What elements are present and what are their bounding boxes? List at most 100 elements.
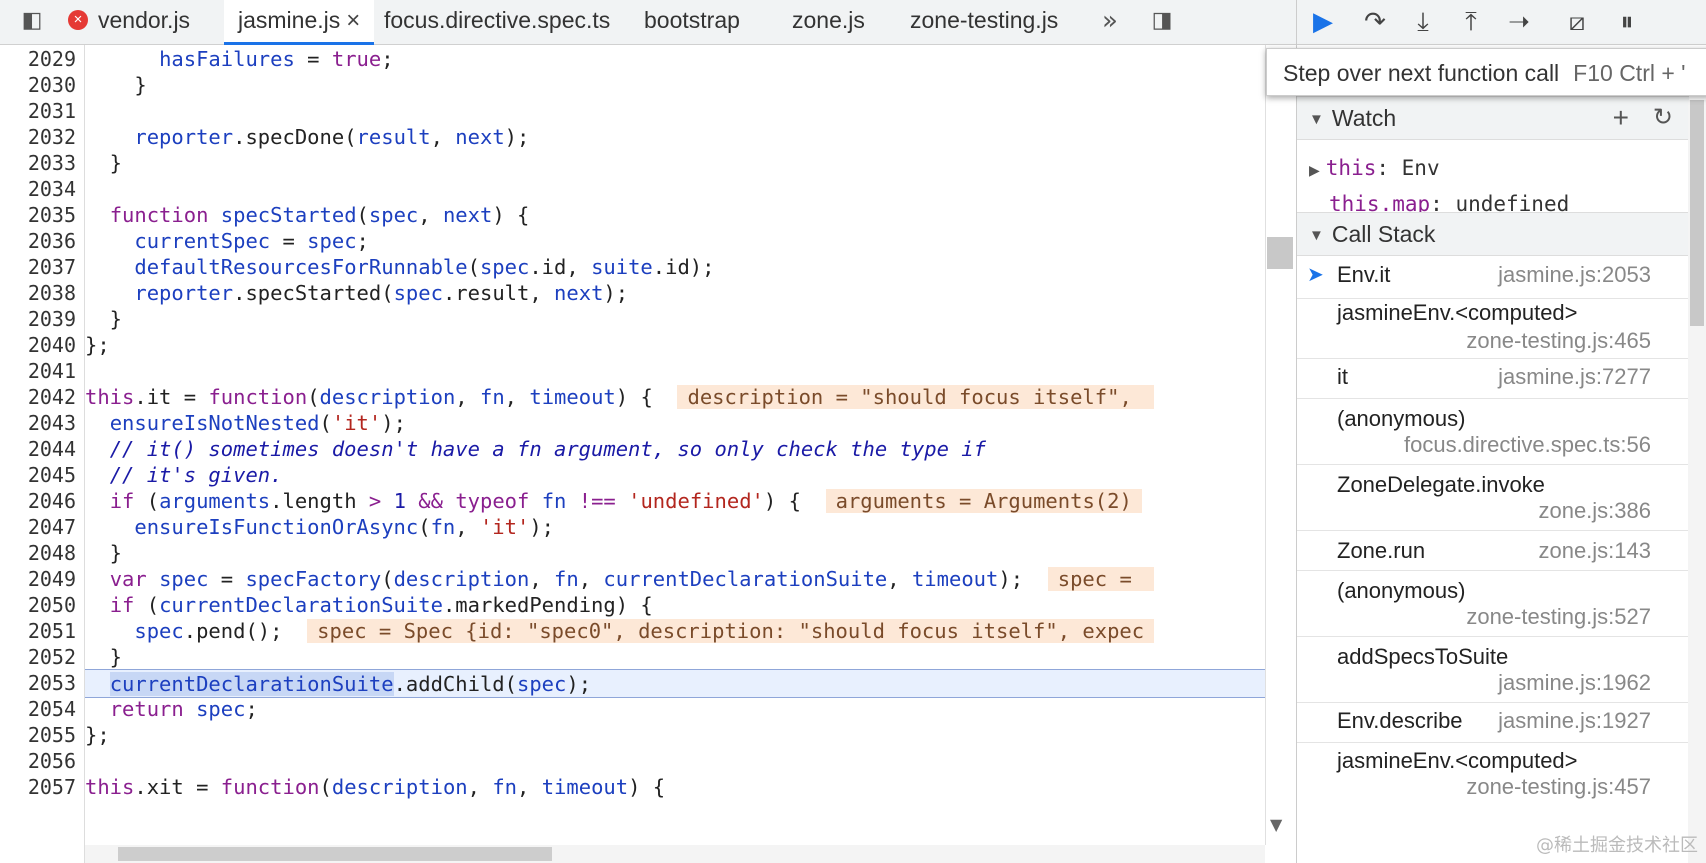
debugger-toolbar: ▶︎ ↷ ⤓ ⤒ ➝ ⧄ ⏸: [1297, 0, 1706, 45]
deactivate-breakpoints-icon[interactable]: ⧄: [1559, 4, 1595, 40]
toggle-navigator-icon[interactable]: ◧: [18, 8, 46, 34]
line-number[interactable]: 2032: [0, 123, 76, 151]
line-number[interactable]: 2039: [0, 305, 76, 333]
call-stack-frame[interactable]: addSpecsToSuite jasmine.js:1962: [1297, 636, 1689, 703]
code-line: ensureIsNotNested('it');: [109, 411, 406, 435]
line-number[interactable]: 2034: [0, 175, 76, 203]
close-tab-icon[interactable]: ×: [346, 7, 360, 34]
call-stack-frame-current[interactable]: ➤ Env.it jasmine.js:2053: [1297, 256, 1689, 299]
watch-item[interactable]: ▶ this: Env: [1309, 156, 1440, 180]
line-number[interactable]: 2046: [0, 487, 76, 515]
tab-label: zone.js: [792, 7, 865, 33]
call-stack-frame[interactable]: Zone.run zone.js:143: [1297, 530, 1689, 571]
code-line: currentSpec = spec;: [134, 229, 369, 253]
tab-zone-testing-js[interactable]: zone-testing.js: [910, 0, 1058, 44]
tab-label: bootstrap: [644, 7, 740, 33]
code-vertical-scrollbar[interactable]: [1265, 45, 1296, 845]
call-stack-frame[interactable]: jasmineEnv.<computed> zone-testing.js:46…: [1297, 298, 1689, 359]
line-number[interactable]: 2051: [0, 617, 76, 645]
line-number[interactable]: 2038: [0, 279, 76, 307]
line-number[interactable]: 2057: [0, 773, 76, 801]
call-stack-frame[interactable]: (anonymous) zone-testing.js:527: [1297, 570, 1689, 637]
line-number-gutter[interactable]: 2029 2030 2031 2032 2033 2034 2035 2036 2037 2038…: [0, 45, 85, 863]
inline-value: description = "should focus itself",: [677, 385, 1155, 409]
pause-on-exceptions-icon[interactable]: ⏸: [1609, 4, 1645, 40]
add-watch-icon[interactable]: +: [1613, 97, 1629, 139]
line-number[interactable]: 2043: [0, 409, 76, 437]
code-line: }: [85, 73, 147, 97]
tab-focus-directive-spec[interactable]: focus.directive.spec.ts: [384, 0, 610, 44]
line-number[interactable]: 2036: [0, 227, 76, 255]
scroll-down-icon[interactable]: ▼: [1270, 815, 1282, 834]
line-number[interactable]: 2052: [0, 643, 76, 671]
line-number[interactable]: 2037: [0, 253, 76, 281]
line-number[interactable]: 2042: [0, 383, 76, 411]
step-out-icon[interactable]: ⤒: [1453, 4, 1489, 40]
code-line: reporter.specDone(result, next);: [134, 125, 530, 149]
panel-vertical-scroll-thumb[interactable]: [1690, 100, 1704, 326]
code-line: function specStarted(spec, next) {: [109, 203, 530, 227]
code-line: if (arguments.length > 1 && typeof fn !=…: [85, 487, 1265, 515]
more-tabs-icon[interactable]: »: [1096, 8, 1124, 34]
line-number[interactable]: 2050: [0, 591, 76, 619]
step-over-icon[interactable]: ↷: [1357, 4, 1393, 40]
refresh-icon[interactable]: ↻: [1653, 97, 1673, 139]
code-line: reporter.specStarted(spec.result, next);: [134, 281, 629, 305]
tab-bootstrap[interactable]: bootstrap: [644, 0, 740, 44]
call-stack-frame[interactable]: it jasmine.js:7277: [1297, 358, 1689, 399]
line-number[interactable]: 2030: [0, 71, 76, 99]
tab-label: vendor.js: [98, 7, 191, 33]
tab-jasmine-js[interactable]: jasmine.js ×: [224, 0, 375, 45]
step-into-icon[interactable]: ⤓: [1405, 4, 1441, 40]
collapse-triangle-icon: ▼: [1309, 227, 1324, 244]
code-line: if (currentDeclarationSuite.markedPendin…: [109, 593, 653, 617]
code-vertical-scroll-thumb[interactable]: [1267, 237, 1293, 269]
code-editor[interactable]: hasFailures = true; } reporter.specDone(…: [85, 45, 1265, 845]
code-line: hasFailures = true;: [159, 47, 394, 71]
line-number[interactable]: 2033: [0, 149, 76, 177]
tab-vendor-js[interactable]: × vendor.js: [68, 0, 190, 44]
line-number[interactable]: 2035: [0, 201, 76, 229]
line-number[interactable]: 2048: [0, 539, 76, 567]
line-number[interactable]: 2053: [0, 669, 76, 697]
current-frame-arrow-icon: ➤: [1307, 262, 1324, 286]
call-stack-frame[interactable]: (anonymous) focus.directive.spec.ts:56: [1297, 398, 1689, 465]
watermark: @稀土掘金技术社区: [1536, 835, 1698, 856]
code-line: // it's given.: [109, 463, 283, 487]
current-execution-line: currentDeclarationSuite.addChild(spec);: [85, 669, 1265, 698]
line-number[interactable]: 2029: [0, 45, 76, 73]
code-line: }: [85, 645, 123, 669]
inline-value: arguments = Arguments(2): [825, 489, 1142, 513]
call-stack-section-header[interactable]: ▼ Call Stack: [1297, 212, 1689, 256]
call-stack-frame[interactable]: jasmineEnv.<computed> zone-testing.js:45…: [1297, 742, 1689, 802]
code-line: ensureIsFunctionOrAsync(fn, 'it');: [134, 515, 555, 539]
line-number[interactable]: 2045: [0, 461, 76, 489]
line-number[interactable]: 2041: [0, 357, 76, 385]
step-icon[interactable]: ➝: [1501, 4, 1537, 40]
line-number[interactable]: 2047: [0, 513, 76, 541]
toggle-debugger-icon[interactable]: ◨: [1148, 8, 1176, 34]
code-line: return spec;: [109, 697, 258, 721]
step-over-tooltip: Step over next function call F10 Ctrl + ': [1266, 48, 1706, 96]
line-number[interactable]: 2049: [0, 565, 76, 593]
watch-section-header[interactable]: ▼ Watch + ↻: [1297, 96, 1689, 140]
line-number[interactable]: 2040: [0, 331, 76, 359]
call-stack-frame[interactable]: ZoneDelegate.invoke zone.js:386: [1297, 464, 1689, 531]
tab-label: zone-testing.js: [910, 7, 1059, 33]
expand-triangle-icon[interactable]: ▶: [1309, 163, 1320, 179]
line-number[interactable]: 2056: [0, 747, 76, 775]
line-number[interactable]: 2031: [0, 97, 76, 125]
call-stack-frame[interactable]: Env.describe jasmine.js:1927: [1297, 702, 1689, 743]
resume-icon[interactable]: ▶︎: [1305, 4, 1341, 40]
debugger-sidebar: ▶︎ ↷ ⤓ ⤒ ➝ ⧄ ⏸ ▼ Watch + ↻ ▶ this: Env thi…: [1296, 0, 1706, 863]
tab-zone-js[interactable]: zone.js: [792, 0, 865, 44]
line-number[interactable]: 2054: [0, 695, 76, 723]
line-number[interactable]: 2044: [0, 435, 76, 463]
code-line: }: [85, 307, 123, 331]
code-horizontal-scroll-thumb[interactable]: [118, 847, 552, 861]
line-number[interactable]: 2055: [0, 721, 76, 749]
